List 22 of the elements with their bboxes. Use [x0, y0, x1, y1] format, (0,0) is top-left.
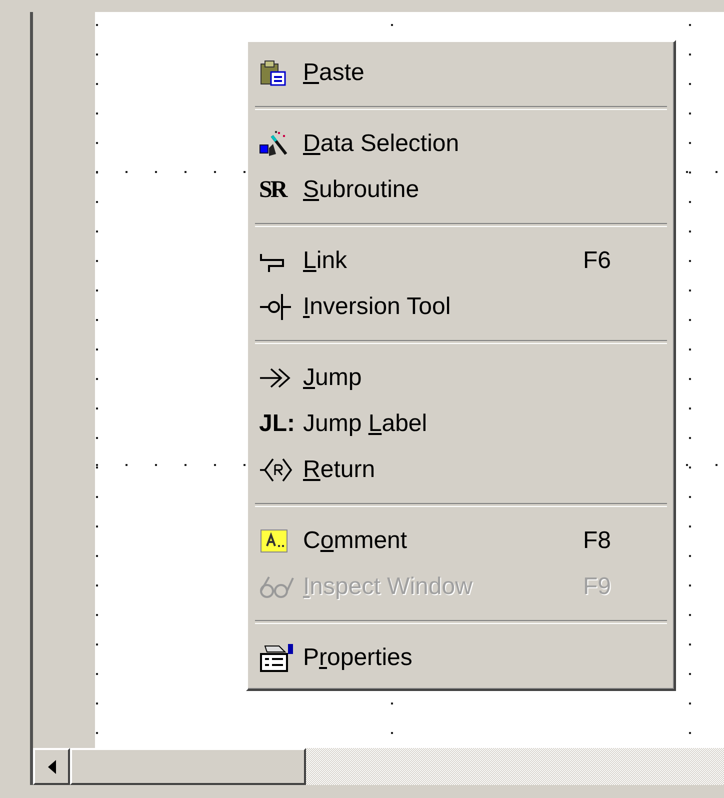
- menu-item[interactable]: SR Subroutine: [251, 167, 671, 213]
- properties-icon: [259, 643, 295, 673]
- menu-item[interactable]: JL: Jump Label: [251, 401, 671, 447]
- double-arrow-icon: [259, 367, 293, 389]
- menu-item[interactable]: Comment F8: [251, 518, 671, 564]
- scrollbar-thumb[interactable]: [70, 748, 306, 785]
- menu-item[interactable]: Return: [251, 447, 671, 493]
- left-triangle-icon: [48, 760, 56, 774]
- scroll-left-button[interactable]: [33, 748, 70, 785]
- text-icon: JL:: [259, 410, 295, 438]
- menu-item[interactable]: Paste: [251, 50, 671, 96]
- text-icon: SR: [259, 176, 286, 204]
- menu-item[interactable]: Link F6: [251, 238, 671, 284]
- note-icon: [259, 528, 289, 554]
- menu-item[interactable]: Inversion Tool: [251, 284, 671, 330]
- glasses-icon: [259, 574, 295, 600]
- clipboard-icon: [259, 59, 287, 87]
- wand-icon: [259, 130, 289, 158]
- menu-item[interactable]: Jump: [251, 355, 671, 401]
- menu-item[interactable]: Data Selection: [251, 121, 671, 167]
- inversion-icon: [259, 292, 293, 322]
- menu-item[interactable]: Properties: [251, 635, 671, 681]
